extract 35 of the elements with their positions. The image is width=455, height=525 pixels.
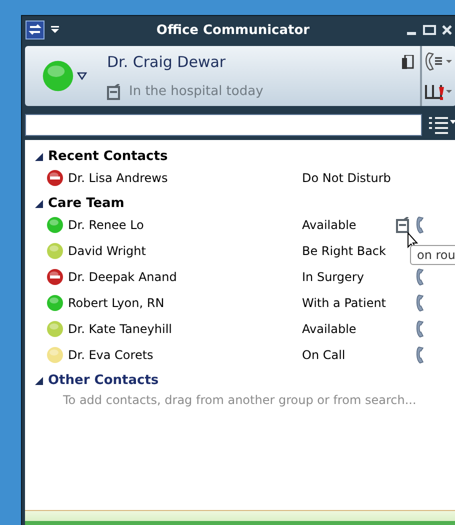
search-field[interactable]: [25, 114, 422, 136]
close-icon[interactable]: [442, 25, 452, 35]
empty-group-hint: To add contacts, drag from another group or from search...: [62, 392, 418, 407]
view-options-icon[interactable]: [428, 115, 455, 135]
app-logo-icon[interactable]: [25, 20, 45, 40]
note-icon[interactable]: [107, 84, 121, 100]
contact-name[interactable]: Dr. Lisa Andrews: [68, 171, 302, 185]
contact-name[interactable]: David Wright: [68, 244, 302, 258]
contact-status: Do Not Disturb: [302, 171, 392, 185]
note-icon[interactable]: [396, 217, 410, 233]
group-header[interactable]: Other Contacts: [48, 373, 159, 388]
window-title: Office Communicator: [155, 22, 311, 38]
tooltip: on rou: [410, 245, 455, 265]
contact-status: Be Right Back: [302, 244, 387, 258]
user-name[interactable]: Dr. Craig Dewar: [107, 52, 394, 70]
contact-status: In Surgery: [302, 270, 365, 284]
menu-caret-icon[interactable]: [51, 26, 59, 34]
contact-name[interactable]: Dr. Kate Taneyhill: [68, 322, 302, 336]
maximize-icon[interactable]: [423, 25, 436, 35]
contact-status: Available: [302, 322, 358, 336]
contact-card-icon[interactable]: [402, 54, 414, 68]
contact-name[interactable]: Dr. Deepak Anand: [68, 270, 302, 284]
contact-status: Available: [302, 218, 358, 232]
group-header[interactable]: Care Team: [48, 196, 124, 211]
contact-name[interactable]: Robert Lyon, RN: [68, 296, 302, 310]
expander-icon[interactable]: [35, 200, 43, 208]
expander-icon[interactable]: [35, 376, 43, 384]
contact-name[interactable]: Dr. Renee Lo: [68, 218, 302, 232]
contact-status: On Call: [302, 348, 346, 362]
dropdown-caret-icon[interactable]: [77, 72, 87, 80]
contact-name[interactable]: Dr. Eva Corets: [68, 348, 302, 362]
expander-icon[interactable]: [35, 152, 43, 160]
contact-status: With a Patient: [302, 296, 388, 310]
phone-menu-icon[interactable]: [425, 51, 453, 71]
group-header[interactable]: Recent Contacts: [48, 149, 168, 164]
